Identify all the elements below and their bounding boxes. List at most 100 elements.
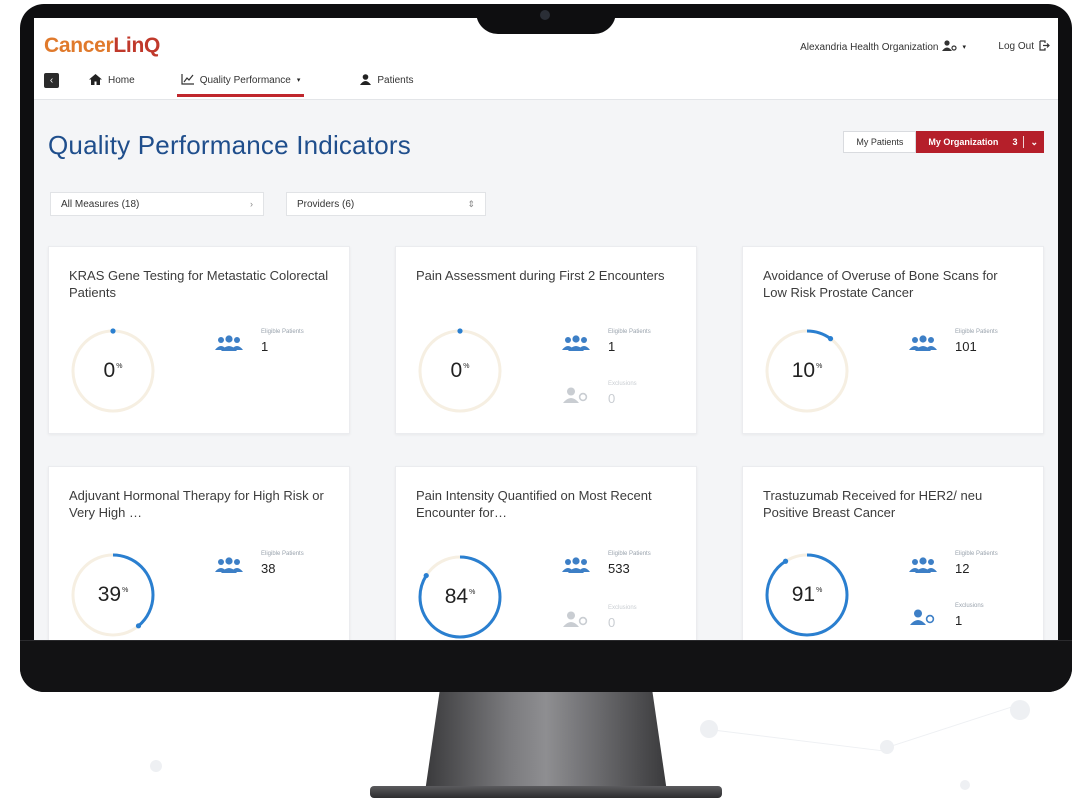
logo-text-linq: LinQ <box>113 34 161 57</box>
measure-card[interactable]: Pain Assessment during First 2 Encounter… <box>395 246 697 434</box>
exclusions-label: Exclusions <box>608 381 637 387</box>
eligible-count: 101 <box>955 339 977 354</box>
percent-value: 10% <box>759 323 855 419</box>
eligible-patients-stat: Eligible Patients 101 <box>909 329 1039 359</box>
percent-sign: % <box>469 588 476 596</box>
percent-value: 0% <box>65 323 161 419</box>
measure-title: Pain Intensity Quantified on Most Recent… <box>416 488 652 520</box>
percent-sign: % <box>816 586 823 594</box>
measure-card[interactable]: Avoidance of Overuse of Bone Scans for L… <box>742 246 1044 434</box>
measure-title: Adjuvant Hormonal Therapy for High Risk … <box>69 488 324 520</box>
eligible-patients-stat: Eligible Patients 1 <box>562 329 692 359</box>
nav-quality-performance[interactable]: Quality Performance ▾ <box>176 68 305 97</box>
exclusions-label: Exclusions <box>608 605 637 611</box>
percent-ring: 0% <box>65 323 161 419</box>
monitor-stand-base <box>370 786 722 798</box>
chevron-down-icon[interactable]: ⌄ <box>1030 137 1038 148</box>
chevron-down-icon: ▾ <box>962 43 966 51</box>
eligible-label: Eligible Patients <box>955 551 998 557</box>
exclusions-stat: Exclusions 0 <box>562 605 692 635</box>
eligible-patients-stat: Eligible Patients 1 <box>215 329 345 359</box>
percent-value: 91% <box>759 547 855 640</box>
measure-card[interactable]: Adjuvant Hormonal Therapy for High Risk … <box>48 466 350 640</box>
chevron-down-icon: ▾ <box>296 76 301 84</box>
eligible-label: Eligible Patients <box>608 551 651 557</box>
background-dot <box>150 760 162 772</box>
exclusions-count: 1 <box>955 613 963 628</box>
providers-select[interactable]: Providers (6) ⇕ <box>286 192 486 216</box>
measure-title: Avoidance of Overuse of Bone Scans for L… <box>763 268 998 300</box>
exclusions-label: Exclusions <box>955 603 984 609</box>
sign-out-icon <box>1039 40 1050 53</box>
eligible-count: 533 <box>608 561 630 576</box>
percent-ring: 39% <box>65 547 161 640</box>
user-cog-icon <box>942 40 958 54</box>
measures-select-value: All Measures (18) <box>61 198 140 210</box>
providers-select-value: Providers (6) <box>297 198 355 210</box>
divider <box>1023 136 1025 148</box>
percent-sign: % <box>463 362 470 370</box>
percent-sign: % <box>816 362 823 370</box>
home-icon <box>89 73 102 87</box>
exclusions-stat: Exclusions 0 <box>562 381 692 411</box>
nav-home-label: Home <box>108 74 135 86</box>
logout-link[interactable]: Log Out <box>998 40 1050 53</box>
users-icon <box>909 335 937 351</box>
exclusions-stat: Exclusions 1 <box>909 603 1039 633</box>
user-icon <box>360 73 372 87</box>
nav-home[interactable]: Home <box>89 68 135 92</box>
my-organization-label: My Organization <box>928 137 999 147</box>
users-icon <box>562 335 590 351</box>
nav-quality-label: Quality Performance <box>199 74 291 86</box>
measure-card[interactable]: KRAS Gene Testing for Metastatic Colorec… <box>48 246 350 434</box>
eligible-patients-stat: Eligible Patients 38 <box>215 551 345 581</box>
measure-title: KRAS Gene Testing for Metastatic Colorec… <box>69 268 329 300</box>
users-icon <box>215 335 243 351</box>
background-line <box>708 729 888 752</box>
logout-label: Log Out <box>998 41 1034 52</box>
users-icon <box>909 557 937 573</box>
measures-select[interactable]: All Measures (18) › <box>50 192 264 216</box>
percent-number: 0 <box>103 359 116 382</box>
organization-menu[interactable]: Alexandria Health Organization ▾ <box>800 40 966 54</box>
background-dot <box>960 780 970 790</box>
eligible-label: Eligible Patients <box>261 329 304 335</box>
eligible-patients-stat: Eligible Patients 533 <box>562 551 692 581</box>
logo-text-cancer: Cancer <box>44 34 114 57</box>
chevron-left-icon: ‹ <box>49 74 54 86</box>
percent-ring: 91% <box>759 547 855 640</box>
my-patients-label: My Patients <box>856 137 904 147</box>
percent-number: 0 <box>450 359 463 382</box>
percent-value: 0% <box>412 323 508 419</box>
scope-toggle: My Patients My Organization 3 ⌄ <box>843 131 1044 153</box>
eligible-label: Eligible Patients <box>955 329 998 335</box>
users-icon <box>215 557 243 573</box>
my-organization-button[interactable]: My Organization 3 ⌄ <box>916 131 1044 153</box>
camera-icon <box>540 10 550 20</box>
app-screen: CancerLinQ Alexandria Health Organizatio… <box>34 18 1058 640</box>
line-chart-icon <box>181 73 194 87</box>
measure-card[interactable]: Pain Intensity Quantified on Most Recent… <box>395 466 697 640</box>
measure-title: Pain Assessment during First 2 Encounter… <box>416 268 665 283</box>
percent-number: 84 <box>444 585 469 608</box>
percent-number: 10 <box>791 359 816 382</box>
percent-ring: 84% <box>412 549 508 640</box>
my-patients-button[interactable]: My Patients <box>843 131 917 153</box>
percent-number: 39 <box>97 583 122 606</box>
monitor-stand-neck <box>425 692 667 792</box>
eligible-count: 1 <box>261 339 269 354</box>
user-exclusion-icon <box>562 387 590 403</box>
main-nav: ‹ Home Quality Performance ▾ Patients <box>44 68 414 97</box>
select-caret-icon: › <box>250 199 253 209</box>
nav-patients[interactable]: Patients <box>360 68 414 92</box>
background-line <box>886 706 1011 748</box>
eligible-label: Eligible Patients <box>261 551 304 557</box>
users-icon <box>562 557 590 573</box>
back-button[interactable]: ‹ <box>44 72 59 88</box>
percent-number: 91 <box>791 583 816 606</box>
cancerlinq-logo[interactable]: CancerLinQ <box>44 34 160 58</box>
measure-card[interactable]: Trastuzumab Received for HER2/ neu Posit… <box>742 466 1044 640</box>
organization-count-badge: 3 <box>1012 137 1018 147</box>
percent-ring: 0% <box>412 323 508 419</box>
nav-patients-label: Patients <box>377 74 414 86</box>
